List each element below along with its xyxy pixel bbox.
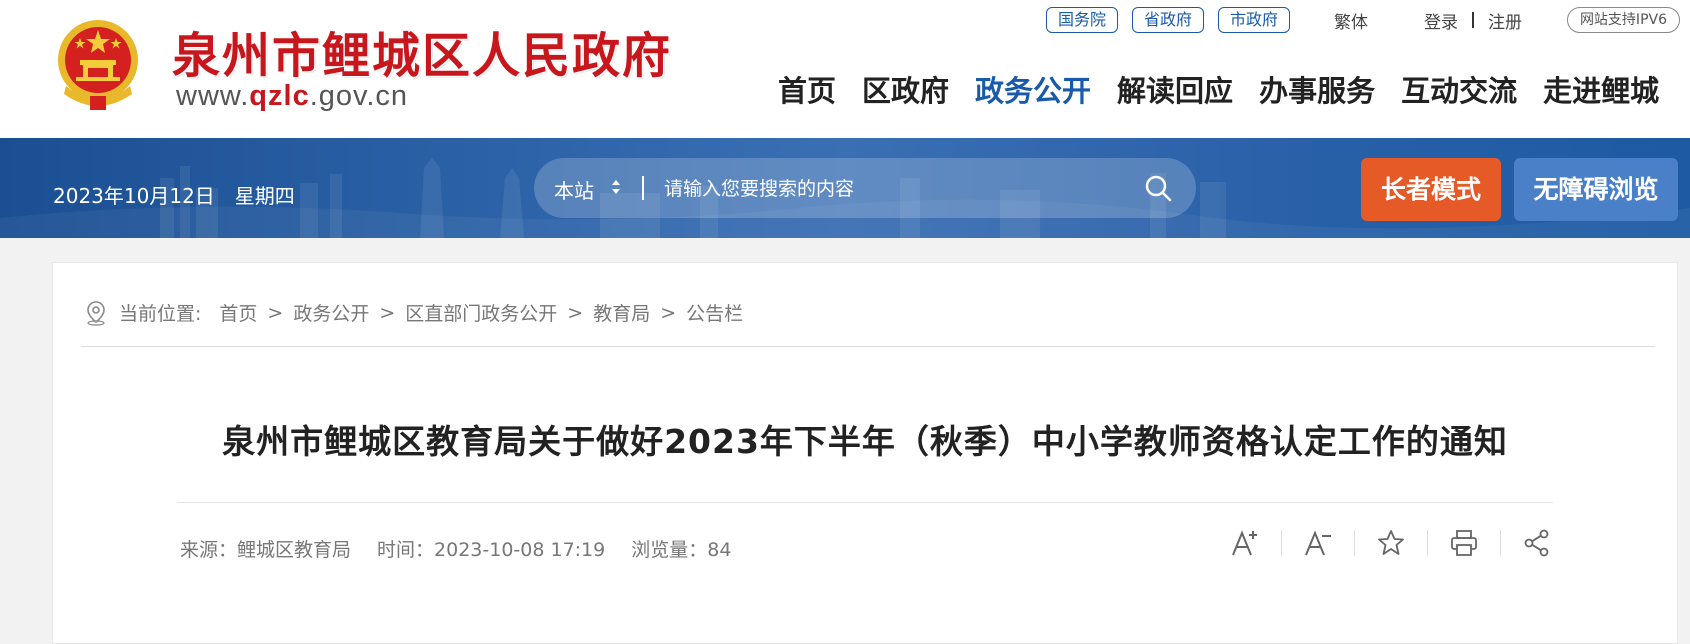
current-date: 2023年10月12日 星期四 bbox=[53, 184, 295, 208]
traditional-chinese-link[interactable]: 繁体 bbox=[1334, 8, 1368, 33]
divider bbox=[1281, 530, 1282, 556]
nav-government-affairs[interactable]: 政务公开 bbox=[975, 68, 1091, 153]
divider bbox=[1427, 530, 1428, 556]
divider bbox=[1472, 12, 1475, 28]
print-icon[interactable] bbox=[1448, 527, 1480, 559]
divider bbox=[177, 502, 1553, 503]
font-decrease-icon[interactable] bbox=[1302, 527, 1334, 559]
article-meta: 来源：鲤城区教育局 时间：2023-10-08 17:19 浏览量：84 bbox=[180, 535, 757, 562]
sort-arrows-icon[interactable] bbox=[610, 175, 622, 199]
nav-district-government[interactable]: 区政府 bbox=[862, 68, 949, 110]
article-time: 时间：2023-10-08 17:19 bbox=[377, 539, 606, 561]
weekday: 星期四 bbox=[234, 184, 295, 208]
banner-bar: 2023年10月12日星期四 本站 长者模式 无障碍浏览 bbox=[0, 138, 1690, 238]
divider bbox=[1354, 530, 1355, 556]
site-header: 泉州市鲤城区人民政府 www.qzlc.gov.cn 国务院 省政府 市政府 繁… bbox=[0, 0, 1690, 153]
divider bbox=[1500, 530, 1501, 556]
register-link[interactable]: 注册 bbox=[1488, 8, 1522, 33]
nav-about-licheng[interactable]: 走进鲤城 bbox=[1543, 68, 1659, 110]
breadcrumb-department-affairs[interactable]: 区直部门政务公开 bbox=[405, 299, 557, 326]
search-divider bbox=[642, 176, 644, 200]
nav-services[interactable]: 办事服务 bbox=[1259, 68, 1375, 110]
nav-interaction[interactable]: 互动交流 bbox=[1401, 68, 1517, 110]
elder-mode-button[interactable]: 长者模式 bbox=[1361, 158, 1501, 221]
nav-interpretation[interactable]: 解读回应 bbox=[1117, 68, 1233, 110]
search-scope-select[interactable]: 本站 bbox=[554, 175, 594, 204]
article-views: 浏览量：84 bbox=[631, 539, 732, 561]
star-icon[interactable] bbox=[1375, 527, 1407, 559]
breadcrumb-bulletin-board[interactable]: 公告栏 bbox=[686, 299, 743, 326]
breadcrumb-home[interactable]: 首页 bbox=[219, 299, 257, 326]
search-box: 本站 bbox=[534, 158, 1196, 218]
breadcrumb-separator: > bbox=[660, 301, 677, 324]
breadcrumb-education-bureau[interactable]: 教育局 bbox=[593, 299, 650, 326]
search-icon[interactable] bbox=[1144, 174, 1172, 202]
ipv6-badge: 网站支持IPV6 bbox=[1566, 7, 1680, 33]
link-shengzhengfu[interactable]: 省政府 bbox=[1132, 7, 1205, 33]
breadcrumb-separator: > bbox=[267, 301, 284, 324]
article-source: 来源：鲤城区教育局 bbox=[180, 539, 352, 561]
site-title: 泉州市鲤城区人民政府 bbox=[172, 28, 673, 84]
share-icon[interactable] bbox=[1521, 527, 1553, 559]
accessible-browsing-button[interactable]: 无障碍浏览 bbox=[1514, 158, 1678, 221]
breadcrumb-separator: > bbox=[567, 301, 584, 324]
site-url: www.qzlc.gov.cn bbox=[176, 80, 409, 112]
article-title: 泉州市鲤城区教育局关于做好2023年下半年（秋季）中小学教师资格认定工作的通知 bbox=[222, 422, 1508, 461]
font-increase-icon[interactable] bbox=[1229, 527, 1261, 559]
nav-home[interactable]: 首页 bbox=[778, 68, 836, 110]
divider bbox=[81, 346, 1655, 347]
location-pin-icon bbox=[87, 300, 105, 326]
login-link[interactable]: 登录 bbox=[1424, 8, 1458, 33]
article-tools bbox=[1229, 527, 1553, 559]
main-nav: 首页 区政府 政务公开 解读回应 办事服务 互动交流 走进鲤城 bbox=[778, 68, 1659, 153]
breadcrumb: 当前位置: 首页 > 政务公开 > 区直部门政务公开 > 教育局 > 公告栏 bbox=[85, 299, 743, 326]
breadcrumb-government-affairs[interactable]: 政务公开 bbox=[293, 299, 369, 326]
article-container: 当前位置: 首页 > 政务公开 > 区直部门政务公开 > 教育局 > 公告栏 泉… bbox=[52, 262, 1678, 644]
breadcrumb-separator: > bbox=[379, 301, 396, 324]
search-input[interactable] bbox=[662, 171, 1126, 207]
breadcrumb-label: 当前位置: bbox=[119, 303, 202, 325]
national-emblem-icon bbox=[58, 20, 138, 110]
link-shizhengfu[interactable]: 市政府 bbox=[1218, 7, 1291, 33]
link-guowuyuan[interactable]: 国务院 bbox=[1046, 7, 1119, 33]
top-links: 国务院 省政府 市政府 繁体 登录 注册 bbox=[1046, 7, 1522, 33]
